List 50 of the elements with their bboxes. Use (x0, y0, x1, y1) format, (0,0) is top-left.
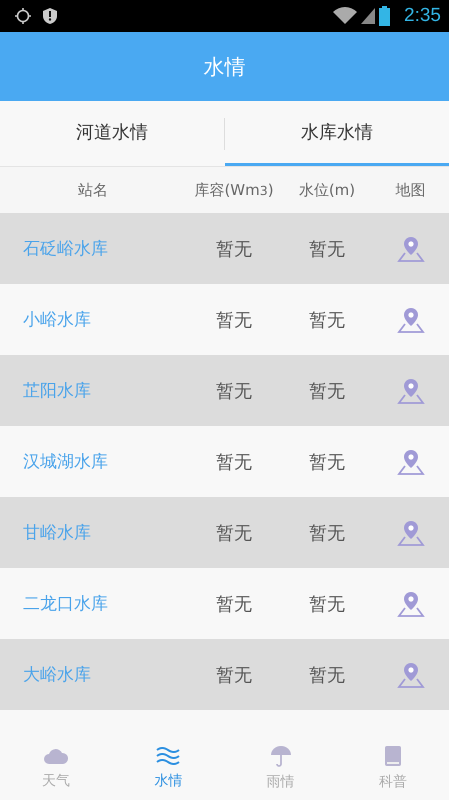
map-pin-icon[interactable] (396, 660, 424, 688)
map-pin-icon[interactable] (396, 376, 424, 404)
book-icon (384, 744, 402, 766)
table-row[interactable]: 甘峪水库 暂无 暂无 (0, 497, 449, 568)
table-cell-text: 暂无 (308, 380, 346, 402)
nav-item[interactable]: 水情 (112, 735, 224, 800)
station-name[interactable]: 甘峪水库 (0, 521, 186, 544)
table-cell-text: 暂无 (308, 308, 346, 332)
map-pin-icon[interactable] (396, 448, 424, 476)
station-name[interactable]: 石砭峪水库 (0, 237, 186, 260)
battery-icon (379, 6, 390, 26)
table-cell-text: 暂无 (215, 238, 253, 260)
table-cell-text: 暂无 (215, 308, 253, 332)
table-cell-text: 暂无 (308, 664, 346, 686)
nav-item[interactable]: 天气 (0, 735, 112, 800)
tab[interactable]: 河道水情 (0, 101, 224, 166)
column-header: 地图 (394, 180, 426, 200)
station-name[interactable]: 汉城湖水库 (0, 450, 186, 473)
map-pin-icon[interactable] (396, 306, 424, 334)
table-cell-text: 暂无 (215, 522, 253, 544)
station-name[interactable]: 芷阳水库 (0, 379, 186, 402)
nav-item[interactable]: 雨情 (224, 735, 337, 800)
column-header: 站名 (77, 180, 109, 200)
table-row[interactable]: 芷阳水库 暂无 暂无 (0, 355, 449, 426)
map-pin-icon[interactable] (396, 518, 424, 546)
waves-icon (155, 746, 182, 766)
umbrella-icon (270, 744, 292, 766)
map-pin-icon[interactable] (396, 590, 424, 618)
signal-icon (361, 8, 376, 24)
table-row[interactable]: 大峪水库 暂无 暂无 (0, 639, 449, 710)
table-cell-text: 暂无 (215, 450, 253, 474)
status-time: 2:35 (404, 5, 441, 27)
table-cell-text: 暂无 (308, 592, 346, 616)
station-name[interactable]: 二龙口水库 (0, 592, 186, 615)
wifi-icon (333, 7, 358, 25)
shield-icon (42, 7, 58, 25)
column-header: 水位(m) (298, 180, 356, 200)
table-cell-text: 暂无 (308, 522, 346, 544)
station-name[interactable]: 大峪水库 (0, 663, 186, 686)
map-pin-icon[interactable] (396, 234, 424, 262)
table-cell-text: 暂无 (215, 592, 253, 616)
header-title: 水情 (204, 54, 246, 80)
table-cell-text: 暂无 (308, 238, 346, 260)
station-name[interactable]: 小峪水库 (0, 308, 186, 331)
location-icon (14, 7, 32, 25)
table-cell-text: 暂无 (215, 380, 253, 402)
table-row[interactable]: 石砭峪水库 暂无 暂无 (0, 213, 449, 284)
nav-item[interactable]: 科普 (336, 735, 449, 800)
table-cell-text: 暂无 (308, 450, 346, 474)
table-cell-text: 暂无 (215, 664, 253, 686)
